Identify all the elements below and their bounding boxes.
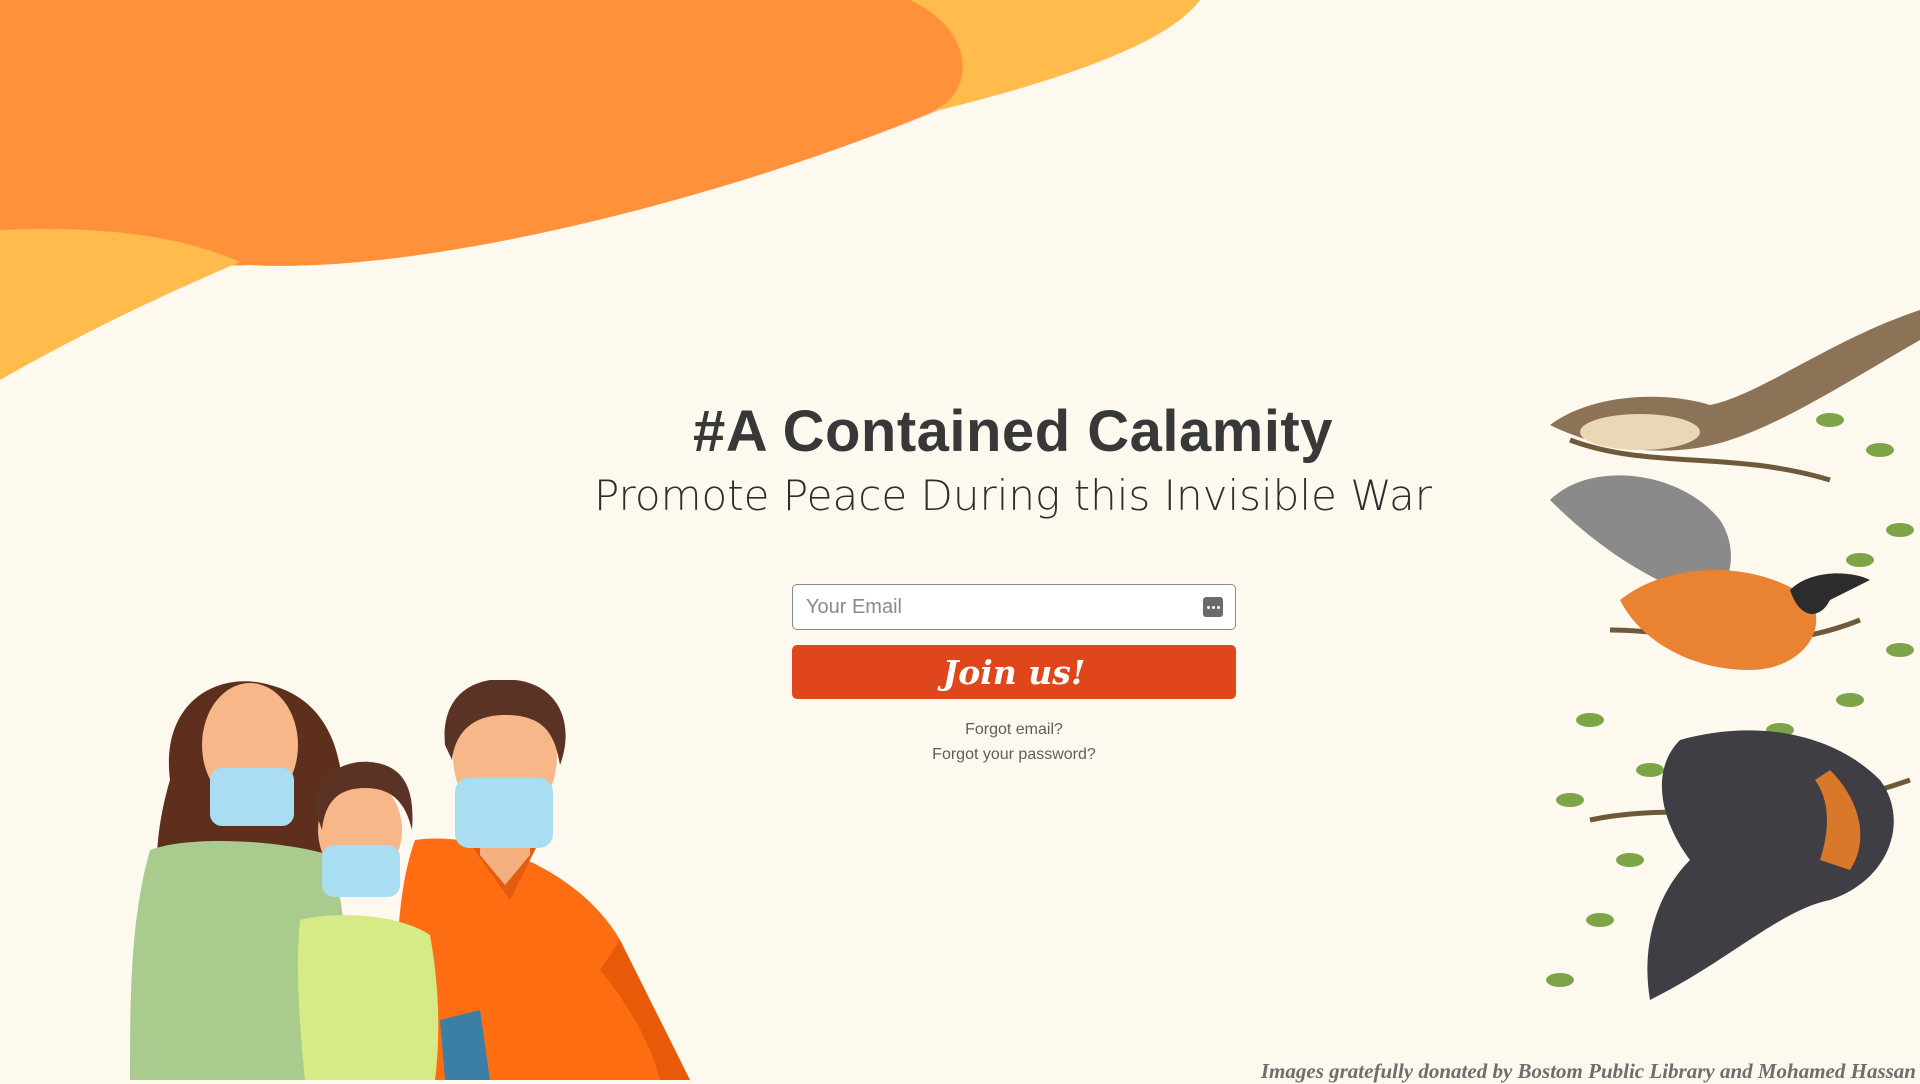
email-input[interactable] bbox=[793, 585, 1235, 629]
page-title: #A Contained Calamity bbox=[692, 399, 1334, 464]
woman-mask bbox=[210, 768, 294, 826]
forgot-password-link[interactable]: Forgot your password? bbox=[792, 742, 1236, 767]
man-mask bbox=[455, 778, 553, 848]
help-links: Forgot email? Forgot your password? bbox=[792, 717, 1236, 767]
page-subtitle: Promote Peace During this Invisible War bbox=[593, 471, 1433, 520]
child-mask bbox=[322, 845, 400, 897]
hero-section: #A Contained Calamity Promote Peace Duri… bbox=[0, 398, 1920, 520]
join-button[interactable]: Join us! bbox=[792, 645, 1236, 699]
password-manager-icon[interactable] bbox=[1203, 597, 1223, 617]
signup-form: Join us! Forgot email? Forgot your passw… bbox=[792, 584, 1236, 767]
image-credit: Images gratefully donated by Bostom Publ… bbox=[1260, 1059, 1916, 1083]
wave-orange bbox=[0, 0, 963, 266]
email-field-wrapper bbox=[792, 584, 1236, 630]
bird-oriole-head bbox=[1790, 573, 1870, 614]
forgot-email-link[interactable]: Forgot email? bbox=[792, 717, 1236, 742]
child-top bbox=[297, 915, 439, 1080]
bird-oriole-body bbox=[1620, 570, 1817, 670]
masked-family-illustration bbox=[130, 680, 690, 1080]
bird-dark bbox=[1647, 730, 1894, 1000]
wave-yellow-left bbox=[0, 229, 240, 380]
